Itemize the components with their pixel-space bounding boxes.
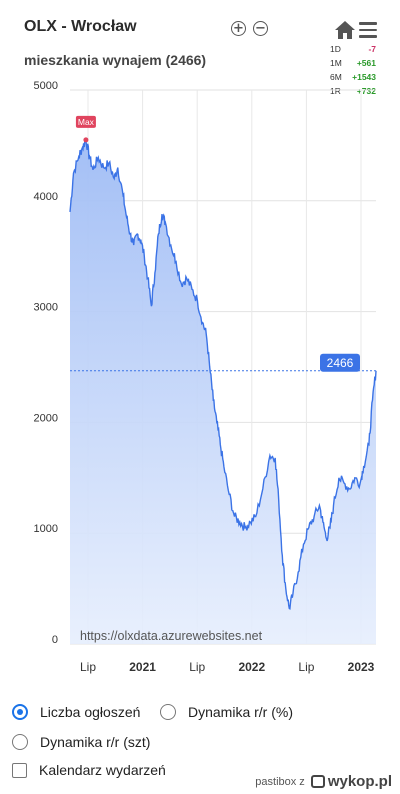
current-value-text: 2466: [327, 356, 354, 370]
max-label: Max: [78, 117, 95, 127]
x-tick-label: Lip: [80, 660, 96, 674]
max-marker: Max: [75, 115, 96, 143]
y-tick-label: 0: [52, 634, 58, 646]
wykop-logo[interactable]: wykop.pl: [310, 773, 392, 790]
footer: pastibox z wykop.pl: [255, 773, 392, 790]
y-tick-label: 5000: [34, 80, 58, 92]
chart-watermark: https://olxdata.azurewebsites.net: [80, 629, 263, 643]
wykop-logo-icon: [310, 775, 325, 788]
option-dynamic-absolute[interactable]: Dynamika r/r (szt): [12, 734, 150, 750]
option-dynamic-percent[interactable]: Dynamika r/r (%): [160, 704, 293, 720]
footer-brand: wykop.pl: [327, 773, 392, 790]
zoom-in-icon[interactable]: +: [231, 21, 246, 36]
x-axis: Lip 2021 Lip 2022 Lip 2023: [80, 660, 375, 674]
radio-icon[interactable]: [160, 704, 176, 720]
footer-user: pastibox z: [255, 775, 305, 788]
checkbox-icon[interactable]: [12, 762, 27, 778]
stat-value: +561: [356, 58, 376, 68]
series-area: [70, 139, 376, 644]
option-calendar[interactable]: Kalendarz wydarzeń: [12, 762, 166, 778]
y-tick-label: 2000: [34, 412, 58, 424]
zoom-out-icon[interactable]: −: [253, 21, 268, 36]
option-calendar-label: Kalendarz wydarzeń: [39, 762, 166, 778]
y-tick-label: 1000: [34, 523, 58, 535]
option-count-label: Liczba ogłoszeń: [40, 704, 141, 720]
y-axis: 0 1000 2000 3000 4000 5000: [34, 80, 58, 646]
stat-period: 1D: [330, 44, 341, 54]
home-icon[interactable]: [334, 20, 356, 40]
y-tick-label: 4000: [34, 191, 58, 203]
x-tick-label: Lip: [189, 660, 205, 674]
stat-row-1m: 1M +561: [330, 56, 376, 70]
x-tick-label: 2021: [129, 660, 156, 674]
radio-icon[interactable]: [12, 734, 28, 750]
x-tick-label: Lip: [298, 660, 314, 674]
stat-period: 1M: [330, 58, 342, 68]
listings-chart[interactable]: 0 1000 2000 3000 4000 5000 2466 Max https://o…: [0, 80, 400, 680]
radio-selected-icon[interactable]: [12, 704, 28, 720]
x-tick-label: 2023: [348, 660, 375, 674]
current-value-label: 2466: [320, 353, 360, 372]
stat-value: -7: [368, 44, 376, 54]
chart-subtitle: mieszkania wynajem (2466): [24, 52, 207, 68]
option-dynamic-absolute-label: Dynamika r/r (szt): [40, 734, 151, 750]
option-count[interactable]: Liczba ogłoszeń: [12, 704, 140, 720]
hamburger-menu-icon[interactable]: [359, 22, 377, 38]
y-tick-label: 3000: [34, 302, 58, 314]
chart-title: OLX - Wrocław: [24, 18, 137, 35]
x-tick-label: 2022: [238, 660, 265, 674]
stat-row-1d: 1D -7: [330, 42, 376, 56]
option-dynamic-percent-label: Dynamika r/r (%): [188, 704, 294, 720]
